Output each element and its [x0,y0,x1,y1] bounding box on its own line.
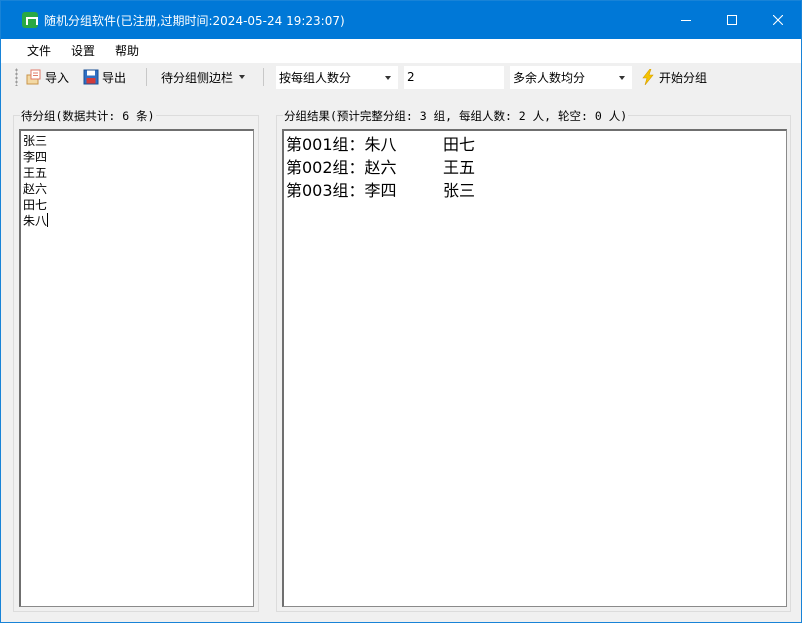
toolbar-grip[interactable] [15,68,18,86]
import-button[interactable]: 导入 [24,66,71,88]
result-member: 王五 [443,158,476,177]
close-button[interactable] [755,1,801,39]
menu-bar: 文件 设置 帮助 [1,39,801,63]
menu-file[interactable]: 文件 [17,39,61,63]
menu-help[interactable]: 帮助 [105,39,149,63]
group-mode-value: 按每组人数分 [279,70,352,85]
start-grouping-button[interactable]: 开始分组 [638,66,709,88]
result-member: 张三 [443,181,476,200]
export-button[interactable]: 导出 [81,66,128,88]
name-line: 赵六 [23,182,48,196]
toolbar: 导入 导出 待分组侧边栏 按每组人数分 2 多余人数均分 开始分组 [1,63,801,91]
window-title: 随机分组软件(已注册,过期时间:2024-05-24 19:23:07) [44,13,345,28]
minimize-icon [681,20,691,21]
sidebar-dropdown[interactable]: 待分组侧边栏 [157,66,249,88]
result-member: 田七 [443,135,476,154]
result-group: 第003组：李四 [286,181,397,200]
result-group: 第001组：朱八 [286,135,397,154]
pending-group-box: 待分组(数据共计: 6 条) 张三 李四 王五 赵六 田七 朱八 [13,108,259,612]
result-group-label: 分组结果(预计完整分组: 3 组, 每组人数: 2 人, 轮空: 0 人) [283,108,629,124]
import-label: 导入 [45,70,70,85]
window-controls [663,1,801,39]
result-row: 第002组：赵六 王五 [286,156,786,179]
remainder-mode-value: 多余人数均分 [513,70,586,85]
pending-group-label: 待分组(数据共计: 6 条) [20,108,156,124]
minimize-button[interactable] [663,1,709,39]
start-grouping-label: 开始分组 [659,70,708,85]
name-line: 张三 [23,134,48,148]
name-line-text: 朱八 [23,214,48,228]
group-size-input[interactable]: 2 [404,65,505,89]
lightning-icon [642,69,654,85]
app-logo-icon [22,12,38,28]
chevron-down-icon [385,75,392,80]
name-line: 王五 [23,166,48,180]
toolbar-separator [263,68,265,86]
chevron-down-icon [619,75,626,80]
name-line: 李四 [23,150,48,164]
result-group: 第002组：赵六 [286,158,397,177]
import-icon [26,69,41,85]
name-line: 田七 [23,198,48,212]
app-window: 随机分组软件(已注册,过期时间:2024-05-24 19:23:07) 文件 … [0,0,802,623]
toolbar-separator [146,68,148,86]
close-icon [773,15,783,25]
pending-names-textarea[interactable]: 张三 李四 王五 赵六 田七 朱八 [19,129,254,607]
result-row: 第003组：李四 张三 [286,179,786,202]
text-cursor [47,213,49,227]
menu-settings[interactable]: 设置 [61,39,105,63]
export-label: 导出 [102,70,127,85]
group-mode-select[interactable]: 按每组人数分 [276,65,399,89]
chevron-down-icon [239,75,246,79]
title-bar: 随机分组软件(已注册,过期时间:2024-05-24 19:23:07) [1,1,801,39]
result-row: 第001组：朱八 田七 [286,133,786,156]
group-size-value: 2 [407,70,415,84]
remainder-mode-select[interactable]: 多余人数均分 [510,65,633,89]
result-group-box: 分组结果(预计完整分组: 3 组, 每组人数: 2 人, 轮空: 0 人) 第0… [276,108,791,612]
maximize-button[interactable] [709,1,755,39]
sidebar-dropdown-label: 待分组侧边栏 [161,70,234,85]
save-disk-icon [83,69,99,85]
result-textarea[interactable]: 第001组：朱八 田七 第002组：赵六 王五 第003组：李四 张三 [282,129,787,607]
name-line-last: 朱八 [23,213,253,229]
maximize-icon [727,15,737,25]
